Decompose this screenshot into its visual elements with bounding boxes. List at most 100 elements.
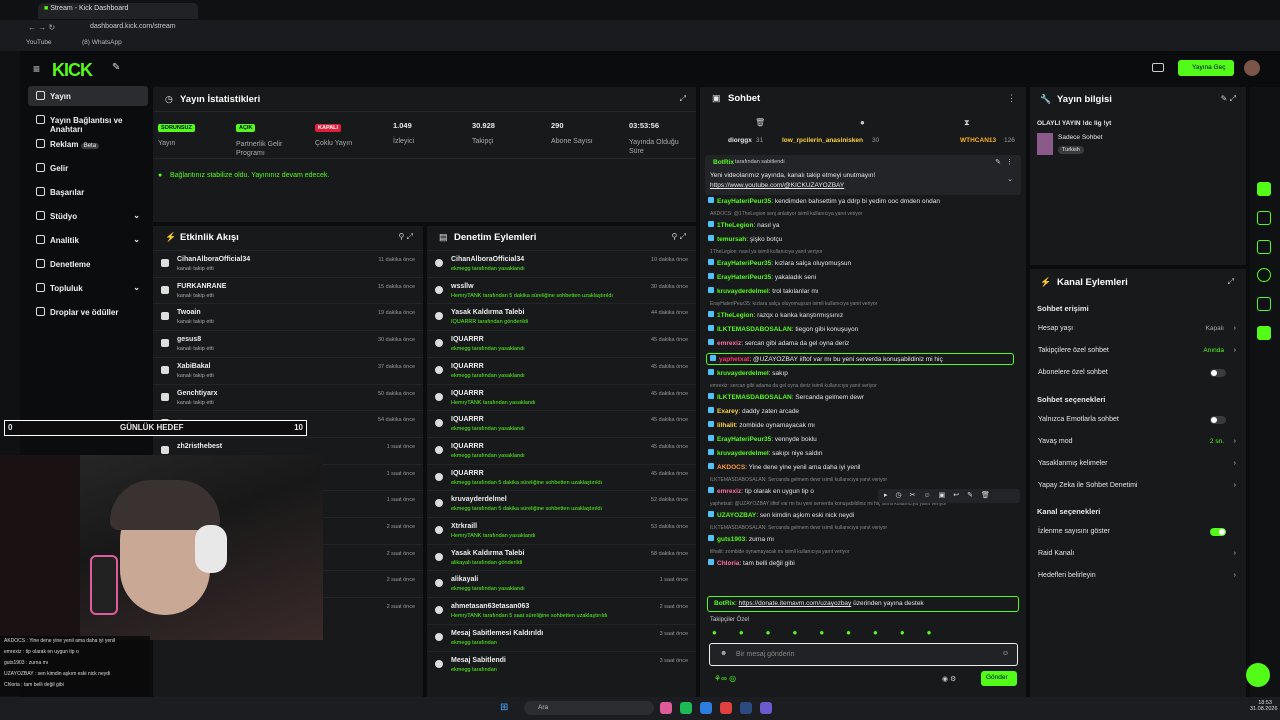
chat-username[interactable]: emrexiz	[717, 340, 741, 347]
chat-username[interactable]: temursah	[717, 236, 746, 243]
activity-name[interactable]: XabiBakal	[177, 363, 210, 370]
avatar[interactable]	[1244, 60, 1260, 76]
chevron-down-icon[interactable]: ⌄	[1007, 175, 1013, 183]
chat-input[interactable]: ☻ Bir mesaj gönderin ☺	[709, 643, 1018, 666]
chat-username[interactable]: 1TheLegion	[717, 222, 753, 229]
chevron-right-icon[interactable]: ›	[1234, 438, 1236, 445]
chat-username[interactable]: yaphetxat	[719, 356, 749, 363]
support-bubble-icon[interactable]	[1246, 663, 1270, 687]
chat-username[interactable]: ErayHateriPeur35	[717, 274, 771, 281]
chat-username[interactable]: ErayHateriPeur35	[717, 260, 771, 267]
edit-icon[interactable]: ✎	[995, 158, 1001, 166]
moderation-name[interactable]: Yasak Kaldırma Talebi	[451, 550, 524, 557]
sidebar-item-0[interactable]: Yayın	[28, 86, 148, 106]
activity-name[interactable]: FURKANRANE	[177, 283, 226, 290]
chevron-down-icon[interactable]: ⌄	[133, 235, 140, 244]
chat-message[interactable]: Chloria: tam belli değil gibi	[708, 559, 1014, 567]
strip-wrench-icon[interactable]	[1257, 326, 1271, 340]
expand-icon[interactable]: ⤢	[680, 94, 686, 104]
chat-message[interactable]: emrexiz: sercan gibi adama da gel oyna d…	[708, 339, 1014, 347]
bookmark-whatsapp[interactable]: (8) WhatsApp	[82, 39, 122, 46]
send-button[interactable]: Gönder	[981, 671, 1017, 686]
url-field[interactable]: dashboard.kick.com/stream	[90, 23, 176, 30]
menu-icon[interactable]: ≡	[33, 62, 40, 76]
chat-message[interactable]: kruvayderdelmel: trol takılanlar mı	[708, 287, 1014, 295]
sidebar-item-8[interactable]: Topluluk ⌄	[28, 278, 148, 298]
back-icon[interactable]: ← → ↻	[28, 23, 55, 32]
moderation-name[interactable]: IQUARRR	[451, 363, 484, 370]
chat-username[interactable]: ILKTEMASDABOSALAN	[717, 326, 792, 333]
channel-option-row[interactable]: İzlenme sayısını göster	[1038, 528, 1236, 542]
moderation-name[interactable]: IQUARRR	[451, 470, 484, 477]
pinned-link[interactable]: https://www.youtube.com/@KICKUZAYOZBAY	[710, 182, 844, 189]
chat-username[interactable]: Chloria	[717, 560, 739, 567]
settings-icon[interactable]: ◉ ⚙	[942, 675, 956, 683]
moderation-name[interactable]: IQUARRR	[451, 336, 484, 343]
channel-option-row[interactable]: Yasaklanmış kelimeler ›	[1038, 460, 1236, 474]
moderation-name[interactable]: Mesaj Sabitlemesi Kaldırıldı	[451, 630, 543, 637]
toggle-switch[interactable]	[1210, 416, 1226, 424]
chat-message[interactable]: yaphetxat: @UZAYOZBAY iiftof var mı bu y…	[706, 353, 1014, 365]
chat-username[interactable]: kruvayderdelmel	[717, 288, 769, 295]
moderation-name[interactable]: Yasak Kaldırma Talebi	[451, 309, 524, 316]
moderation-name[interactable]: Xtrkraill	[451, 523, 477, 530]
chat-message[interactable]: temursah: şişko botçu	[708, 235, 1014, 243]
kick-logo[interactable]: KICK	[52, 60, 93, 81]
moderation-name[interactable]: alikayali	[451, 576, 478, 583]
chevron-right-icon[interactable]: ›	[1234, 325, 1236, 332]
toggle-switch[interactable]	[1210, 369, 1226, 377]
moderation-name[interactable]: Mesaj Sabitlendi	[451, 657, 506, 664]
emote-row[interactable]: ●●●●●●●●●	[712, 628, 1012, 638]
activity-name[interactable]: zh2risthebest	[177, 443, 222, 450]
hourglass-icon[interactable]: ⧗	[964, 118, 970, 128]
chat-message[interactable]: kruvayderdelmel: sakıp	[708, 369, 1014, 377]
chat-username[interactable]: AKDOCS	[717, 464, 745, 471]
channel-option-row[interactable]: Yapay Zeka ile Sohbet Denetimi ›	[1038, 482, 1236, 496]
chevron-down-icon[interactable]: ⌄	[133, 283, 140, 292]
channel-option-row[interactable]: Hedefleri belirleyin ›	[1038, 572, 1236, 586]
chat-message[interactable]: AKDOCS: Yine dene yine yenil ama daha iy…	[708, 463, 1014, 471]
channel-option-row[interactable]: Yalnızca Emotlarla sohbet	[1038, 416, 1236, 430]
moderation-name[interactable]: CihanAlboraOfficial34	[451, 256, 524, 263]
go-live-button[interactable]: Yayına Geç	[1178, 60, 1234, 76]
moderation-name[interactable]: IQUARRR	[451, 390, 484, 397]
strip-square-icon[interactable]	[1257, 211, 1271, 225]
sidebar-item-4[interactable]: Başarılar	[28, 182, 148, 202]
chat-message[interactable]: Exarey: daddy zaten arcade	[708, 407, 1014, 415]
chat-message[interactable]: ILKTEMASDABOSALAN: Sercanda gelmem dewr	[708, 393, 1014, 401]
filter-expand-icon[interactable]: ⚲ ⤢	[672, 232, 686, 242]
more-icon[interactable]: ⋮	[1006, 158, 1013, 166]
chevron-right-icon[interactable]: ›	[1234, 460, 1236, 467]
chat-message[interactable]: 1TheLegion: nasıl ya	[708, 221, 1014, 229]
channel-option-row[interactable]: Hesap yaşı Kapalı ›	[1038, 325, 1236, 339]
sidebar-item-6[interactable]: Analitik ⌄	[28, 230, 148, 250]
tool-icon[interactable]: ✎	[112, 62, 120, 73]
sidebar-item-7[interactable]: Denetleme	[28, 254, 148, 274]
chat-username[interactable]: guts1903	[717, 536, 745, 543]
trash-icon[interactable]: 🗑	[755, 118, 765, 127]
chat-message[interactable]: 1TheLegion: razqx o kanka kanştırmışsını…	[708, 311, 1014, 319]
spotify-icon[interactable]	[680, 702, 692, 714]
chat-username[interactable]: ILKTEMASDABOSALAN	[717, 394, 792, 401]
activity-name[interactable]: Twoain	[177, 309, 201, 316]
strip-box-icon[interactable]	[1257, 297, 1271, 311]
bubble-icon[interactable]: ●	[860, 118, 865, 127]
chevron-right-icon[interactable]: ›	[1234, 347, 1236, 354]
chat-message[interactable]: kruvayderdelmel: sakıpı niye saldın	[708, 449, 1014, 457]
strip-circle-icon[interactable]	[1257, 268, 1271, 282]
moderation-name[interactable]: IQUARRR	[451, 443, 484, 450]
channel-option-row[interactable]: Yavaş mod 2 sn. ›	[1038, 438, 1236, 452]
chat-message[interactable]: ErayHateriPeur35: vennyde boklu	[708, 435, 1014, 443]
chat-message[interactable]: ILKTEMASDABOSALAN: tiegon gibi konuşuyon	[708, 325, 1014, 333]
display-icon[interactable]	[1152, 63, 1164, 72]
activity-name[interactable]: gesus8	[177, 336, 201, 343]
sidebar-item-3[interactable]: Gelir	[28, 158, 148, 178]
channel-option-row[interactable]: Raid Kanalı ›	[1038, 550, 1236, 564]
sidebar-item-9[interactable]: Droplar ve ödüller	[28, 302, 148, 322]
chat-message[interactable]: UZAYOZBAY: sen kimdin aşkım eski nick ne…	[708, 511, 1014, 519]
chat-username[interactable]: kruvayderdelmel	[717, 450, 769, 457]
steam-icon[interactable]	[740, 702, 752, 714]
moderation-name[interactable]: wssllw	[451, 283, 474, 290]
message-actions-toolbar[interactable]: ▸◷✂☺▣↩✎🗑	[878, 489, 1020, 503]
activity-name[interactable]: Genchtiyarx	[177, 390, 217, 397]
